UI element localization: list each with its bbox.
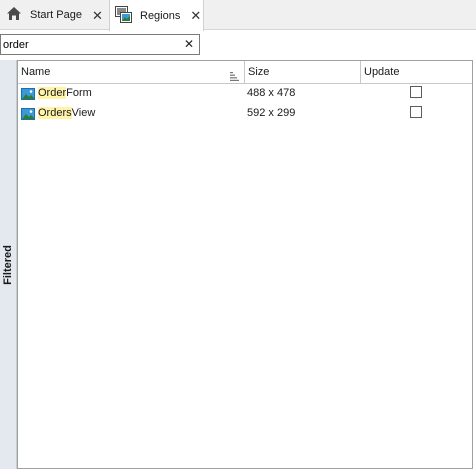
name-rest: View <box>71 107 96 119</box>
clear-search-icon[interactable]: ✕ <box>184 37 194 51</box>
column-label: Size <box>248 66 270 78</box>
regions-grid: Name Size Update OrderForm 488 x 478 Ord… <box>17 60 473 469</box>
tab-label: Start Page <box>30 9 82 21</box>
close-icon[interactable]: ✕ <box>92 9 103 22</box>
update-checkbox[interactable] <box>410 86 422 98</box>
image-icon <box>21 108 35 123</box>
tab-label: Regions <box>140 9 181 22</box>
search-match: Orders <box>38 107 72 119</box>
tab-start-page[interactable]: Start Page ✕ <box>0 0 109 30</box>
filtered-side-panel[interactable]: Filtered <box>0 60 17 469</box>
tab-regions[interactable]: Regions ✕ <box>109 0 204 31</box>
table-row[interactable]: OrdersView 592 x 299 <box>18 104 472 124</box>
tab-bar: Start Page ✕ Regions ✕ <box>0 0 476 31</box>
row-size: 488 x 478 <box>247 87 296 99</box>
image-icon <box>21 88 35 103</box>
update-checkbox[interactable] <box>410 106 422 118</box>
column-header-update[interactable]: Update <box>361 61 472 83</box>
row-size: 592 x 299 <box>247 107 296 119</box>
column-header-size[interactable]: Size <box>245 61 361 83</box>
column-label: Name <box>21 66 51 78</box>
grid-header: Name Size Update <box>18 61 472 84</box>
row-name: OrderForm <box>38 87 92 99</box>
name-rest: Form <box>66 87 92 99</box>
home-icon <box>6 6 22 24</box>
regions-icon <box>115 5 132 26</box>
column-label: Update <box>364 66 400 78</box>
row-name: OrdersView <box>38 107 95 119</box>
close-icon[interactable]: ✕ <box>190 9 201 22</box>
table-row[interactable]: OrderForm 488 x 478 <box>18 84 472 104</box>
filtered-label: Filtered <box>2 244 14 285</box>
column-header-name[interactable]: Name <box>18 61 245 83</box>
search-input[interactable] <box>3 36 179 53</box>
search-match: Order <box>38 87 67 99</box>
search-box: ✕ <box>0 34 200 55</box>
